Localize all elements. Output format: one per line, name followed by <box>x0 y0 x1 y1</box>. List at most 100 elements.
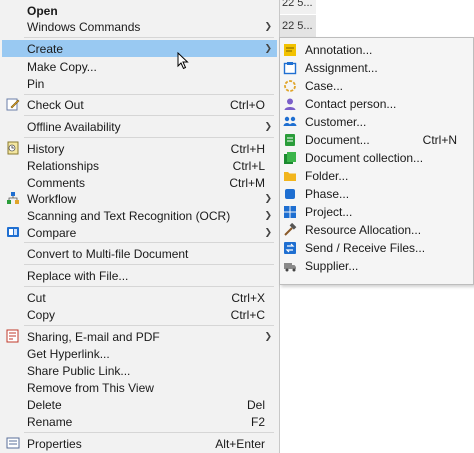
submenu-item-supplier[interactable]: Supplier... <box>280 257 473 275</box>
menu-item-label: Compare <box>27 225 77 240</box>
submenu-item-label: Document collection... <box>305 151 424 165</box>
menu-item-label: Relationships <box>27 158 100 173</box>
menu-item-shortcut: Del <box>246 397 265 412</box>
submenu-item-label: Folder... <box>305 169 349 183</box>
compare-icon <box>7 227 19 237</box>
submenu-item-annotation[interactable]: Annotation... <box>280 41 473 59</box>
menu-item-shortcut: Ctrl+L <box>232 158 265 173</box>
menu-item-label: Check Out <box>27 97 84 112</box>
menu-item-label: Comments <box>27 175 86 190</box>
menu-item-label: Cut <box>27 290 46 305</box>
menu-item-label: Pin <box>27 76 45 91</box>
submenu-item-label: Annotation... <box>305 43 373 57</box>
menu-item-label: History <box>27 141 65 156</box>
chevron-right-icon: ❯ <box>264 121 272 131</box>
menu-item-label: Share Public Link... <box>27 363 131 378</box>
menu-item-compare[interactable]: Compare ❯ <box>2 224 277 241</box>
menu-separator <box>24 432 274 433</box>
collection-icon <box>284 152 296 164</box>
submenu-item-label: Customer... <box>305 115 367 129</box>
menu-separator <box>24 242 274 243</box>
menu-separator <box>24 286 274 287</box>
submenu-item-shortcut: Ctrl+N <box>422 133 457 147</box>
menu-separator <box>24 94 274 95</box>
menu-item-share-public-link[interactable]: Share Public Link... <box>2 362 277 379</box>
case-icon <box>284 80 296 92</box>
menu-item-label: Offline Availability <box>27 119 121 134</box>
menu-item-shortcut: Ctrl+X <box>231 290 265 305</box>
menu-item-rename[interactable]: Rename F2 <box>2 413 277 430</box>
menu-item-workflow[interactable]: Workflow ❯ <box>2 190 277 207</box>
menu-item-shortcut: Alt+Enter <box>215 436 265 451</box>
menu-item-history[interactable]: History Ctrl+H <box>2 140 277 157</box>
workflow-icon <box>7 192 19 204</box>
submenu-item-document[interactable]: Document... Ctrl+N <box>280 131 473 149</box>
menu-item-cut[interactable]: Cut Ctrl+X <box>2 289 277 306</box>
mouse-cursor-icon <box>177 52 189 70</box>
submenu-item-label: Supplier... <box>305 259 359 273</box>
background-row-cell: 22 5... <box>280 15 316 37</box>
menu-item-sharing[interactable]: Sharing, E-mail and PDF ❯ <box>2 328 277 345</box>
menu-item-label: Rename <box>27 414 73 429</box>
menu-item-open[interactable]: Open <box>2 2 277 19</box>
send-receive-icon <box>284 242 296 254</box>
menu-separator <box>24 264 274 265</box>
menu-item-properties[interactable]: Properties Alt+Enter <box>2 435 277 452</box>
submenu-item-contact-person[interactable]: Contact person... <box>280 95 473 113</box>
create-submenu: Annotation... Assignment... Case... Cont… <box>279 37 474 285</box>
chevron-right-icon: ❯ <box>264 21 272 31</box>
submenu-item-send-receive[interactable]: Send / Receive Files... <box>280 239 473 257</box>
project-icon <box>284 206 296 218</box>
person-icon <box>284 98 296 110</box>
submenu-item-label: Case... <box>305 79 344 93</box>
group-icon <box>283 116 297 126</box>
menu-item-label: Sharing, E-mail and PDF <box>27 329 160 344</box>
menu-item-convert-multifile[interactable]: Convert to Multi-file Document <box>2 245 277 262</box>
submenu-item-phase[interactable]: Phase... <box>280 185 473 203</box>
menu-item-label: Make Copy... <box>27 59 97 74</box>
submenu-item-folder[interactable]: Folder... <box>280 167 473 185</box>
background-cell: 22 5... <box>280 0 316 14</box>
submenu-item-assignment[interactable]: Assignment... <box>280 59 473 77</box>
menu-item-label: Create <box>27 41 64 56</box>
menu-item-delete[interactable]: Delete Del <box>2 396 277 413</box>
note-icon <box>284 44 296 56</box>
submenu-item-document-collection[interactable]: Document collection... <box>280 149 473 167</box>
menu-item-create[interactable]: Create ❯ <box>2 40 277 57</box>
submenu-item-label: Resource Allocation... <box>305 223 422 237</box>
menu-item-label: Replace with File... <box>27 268 129 283</box>
menu-item-relationships[interactable]: Relationships Ctrl+L <box>2 157 277 174</box>
menu-item-replace-with-file[interactable]: Replace with File... <box>2 267 277 284</box>
menu-item-check-out[interactable]: Check Out Ctrl+O <box>2 96 277 113</box>
submenu-item-label: Document... <box>305 133 370 147</box>
menu-item-label: Get Hyperlink... <box>27 346 110 361</box>
menu-item-label: Windows Commands <box>27 19 141 34</box>
menu-item-label: Delete <box>27 397 62 412</box>
submenu-item-resource-allocation[interactable]: Resource Allocation... <box>280 221 473 239</box>
menu-separator <box>24 325 274 326</box>
submenu-item-customer[interactable]: Customer... <box>280 113 473 131</box>
submenu-item-label: Assignment... <box>305 61 378 75</box>
chevron-right-icon: ❯ <box>264 227 272 237</box>
submenu-item-case[interactable]: Case... <box>280 77 473 95</box>
menu-item-label: Remove from This View <box>27 380 154 395</box>
chevron-right-icon: ❯ <box>264 210 272 220</box>
menu-item-comments[interactable]: Comments Ctrl+M <box>2 174 277 191</box>
chevron-right-icon: ❯ <box>264 331 272 341</box>
menu-item-get-hyperlink[interactable]: Get Hyperlink... <box>2 345 277 362</box>
assignment-icon <box>283 62 297 75</box>
menu-separator <box>24 137 274 138</box>
menu-item-remove-from-view[interactable]: Remove from This View <box>2 379 277 396</box>
submenu-item-label: Send / Receive Files... <box>305 241 426 255</box>
menu-item-windows-commands[interactable]: Windows Commands ❯ <box>2 18 277 35</box>
menu-item-pin[interactable]: Pin <box>2 75 277 92</box>
hammer-icon <box>284 223 297 236</box>
submenu-item-project[interactable]: Project... <box>280 203 473 221</box>
menu-item-offline-availability[interactable]: Offline Availability ❯ <box>2 118 277 135</box>
phase-icon <box>285 189 295 199</box>
menu-item-copy[interactable]: Copy Ctrl+C <box>2 306 277 323</box>
menu-item-scanning-ocr[interactable]: Scanning and Text Recognition (OCR) ❯ <box>2 207 277 224</box>
menu-item-label: Copy <box>27 307 56 322</box>
menu-item-make-copy[interactable]: Make Copy... <box>2 58 277 75</box>
folder-icon <box>284 172 296 181</box>
